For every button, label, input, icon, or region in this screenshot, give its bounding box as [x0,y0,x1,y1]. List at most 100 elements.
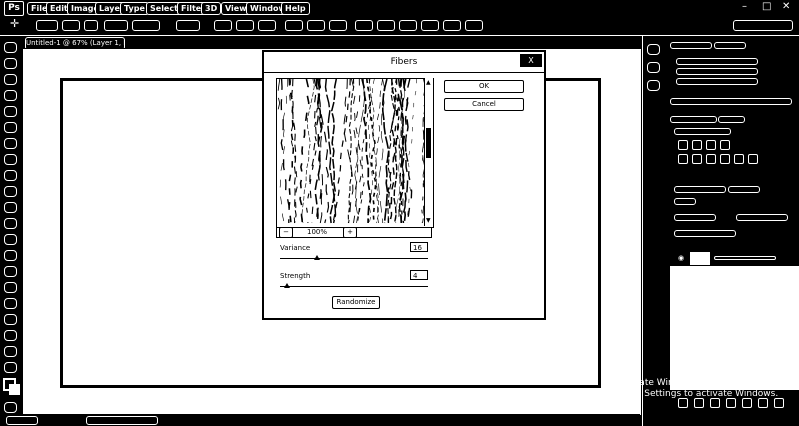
cancel-button[interactable]: Cancel [444,98,524,111]
adjustment-icon[interactable] [678,140,688,150]
3d-tool-icon[interactable] [4,330,17,341]
menu-help[interactable]: Help [281,2,310,15]
lasso-tool-icon[interactable] [4,74,17,85]
type-tool-icon[interactable] [4,282,17,293]
adjustment-icon[interactable] [706,140,716,150]
distribute-icon[interactable] [421,20,439,31]
align-icon[interactable] [214,20,232,31]
distribute-icon[interactable] [465,20,483,31]
doc-info[interactable] [86,416,158,425]
variance-field[interactable]: 16 [410,242,428,252]
option-toggle[interactable] [104,20,128,31]
visibility-eye-icon[interactable]: ◉ [678,254,684,262]
zoom-out-button[interactable]: − [279,227,293,238]
strength-field[interactable]: 4 [410,270,428,280]
color-slider[interactable] [676,58,758,65]
filter-preview[interactable] [276,78,434,228]
mask-icon[interactable] [710,398,720,408]
variance-slider-track[interactable] [280,258,428,259]
panel-tab[interactable] [670,42,712,49]
adjustment-icon[interactable] [748,154,758,164]
panel-tab[interactable] [714,42,746,49]
color-slider[interactable] [676,78,758,85]
move-tool-icon[interactable] [4,42,17,53]
panel-tab[interactable] [670,116,717,123]
variance-slider-thumb[interactable] [314,255,320,260]
history-panel-icon[interactable] [647,44,660,55]
align-icon[interactable] [307,20,325,31]
layer-row[interactable]: ◉ [670,250,799,266]
preview-scrollbar[interactable]: ▲ ▼ [424,78,433,226]
marquee-tool-icon[interactable] [4,58,17,69]
align-icon[interactable] [258,20,276,31]
workspace-switcher[interactable] [733,20,793,31]
option-toggle[interactable] [176,20,200,31]
strength-slider-thumb[interactable] [284,283,291,288]
crop-tool-icon[interactable] [4,106,17,117]
option-toggle[interactable] [62,20,80,31]
adjustment-icon[interactable] [720,140,730,150]
distribute-icon[interactable] [443,20,461,31]
zoom-tool-icon[interactable] [4,362,17,373]
trash-icon[interactable] [774,398,784,408]
option-toggle[interactable] [132,20,160,31]
scrollbar-thumb[interactable] [426,128,431,158]
brush-tool-icon[interactable] [4,154,17,165]
zoom-in-button[interactable]: + [343,227,357,238]
move-tool-icon[interactable]: ✛ [10,17,19,30]
channels-tab[interactable] [728,186,760,193]
adjustment-layer-icon[interactable] [726,398,736,408]
lock-row[interactable] [674,230,736,237]
close-icon[interactable]: ✕ [782,1,790,13]
distribute-icon[interactable] [377,20,395,31]
adjustment-icon[interactable] [678,154,688,164]
menu-type[interactable]: Type [120,2,149,15]
align-icon[interactable] [236,20,254,31]
opacity-field[interactable] [736,214,788,221]
dodge-tool-icon[interactable] [4,250,17,261]
quick-mask-icon[interactable] [4,402,17,413]
layers-tab[interactable] [674,186,726,193]
align-icon[interactable] [285,20,303,31]
info-panel-icon[interactable] [647,80,660,91]
zoom-status[interactable] [6,416,38,425]
menu-3d[interactable]: 3D [201,2,222,15]
gradient-tool-icon[interactable] [4,218,17,229]
eraser-tool-icon[interactable] [4,202,17,213]
close-icon[interactable]: X [520,54,542,67]
ok-button[interactable]: OK [444,80,524,93]
shape-tool-icon[interactable] [4,314,17,325]
strength-slider-track[interactable] [280,286,428,287]
minimize-icon[interactable]: – [742,1,747,13]
pen-tool-icon[interactable] [4,266,17,277]
background-color-icon[interactable] [9,384,20,395]
properties-panel-icon[interactable] [647,62,660,73]
blur-tool-icon[interactable] [4,234,17,245]
color-slider[interactable] [676,68,758,75]
adjustment-icon[interactable] [720,154,730,164]
quick-select-tool-icon[interactable] [4,90,17,101]
distribute-icon[interactable] [355,20,373,31]
eyedropper-tool-icon[interactable] [4,122,17,133]
fx-icon[interactable] [694,398,704,408]
healing-tool-icon[interactable] [4,138,17,149]
new-layer-icon[interactable] [758,398,768,408]
hand-tool-icon[interactable] [4,346,17,357]
panel-tab[interactable] [718,116,745,123]
adjustment-icon[interactable] [734,154,744,164]
history-brush-tool-icon[interactable] [4,186,17,197]
adjustment-icon[interactable] [692,154,702,164]
align-icon[interactable] [329,20,347,31]
group-icon[interactable] [742,398,752,408]
distribute-icon[interactable] [399,20,417,31]
adjustment-icon[interactable] [692,140,702,150]
blend-mode-select[interactable] [674,214,716,221]
adjustment-icon[interactable] [706,154,716,164]
maximize-icon[interactable]: □ [762,1,771,13]
option-toggle[interactable] [84,20,98,31]
clone-stamp-tool-icon[interactable] [4,170,17,181]
option-toggle[interactable] [36,20,58,31]
path-select-tool-icon[interactable] [4,298,17,309]
randomize-button[interactable]: Randomize [332,296,380,309]
link-layers-icon[interactable] [678,398,688,408]
